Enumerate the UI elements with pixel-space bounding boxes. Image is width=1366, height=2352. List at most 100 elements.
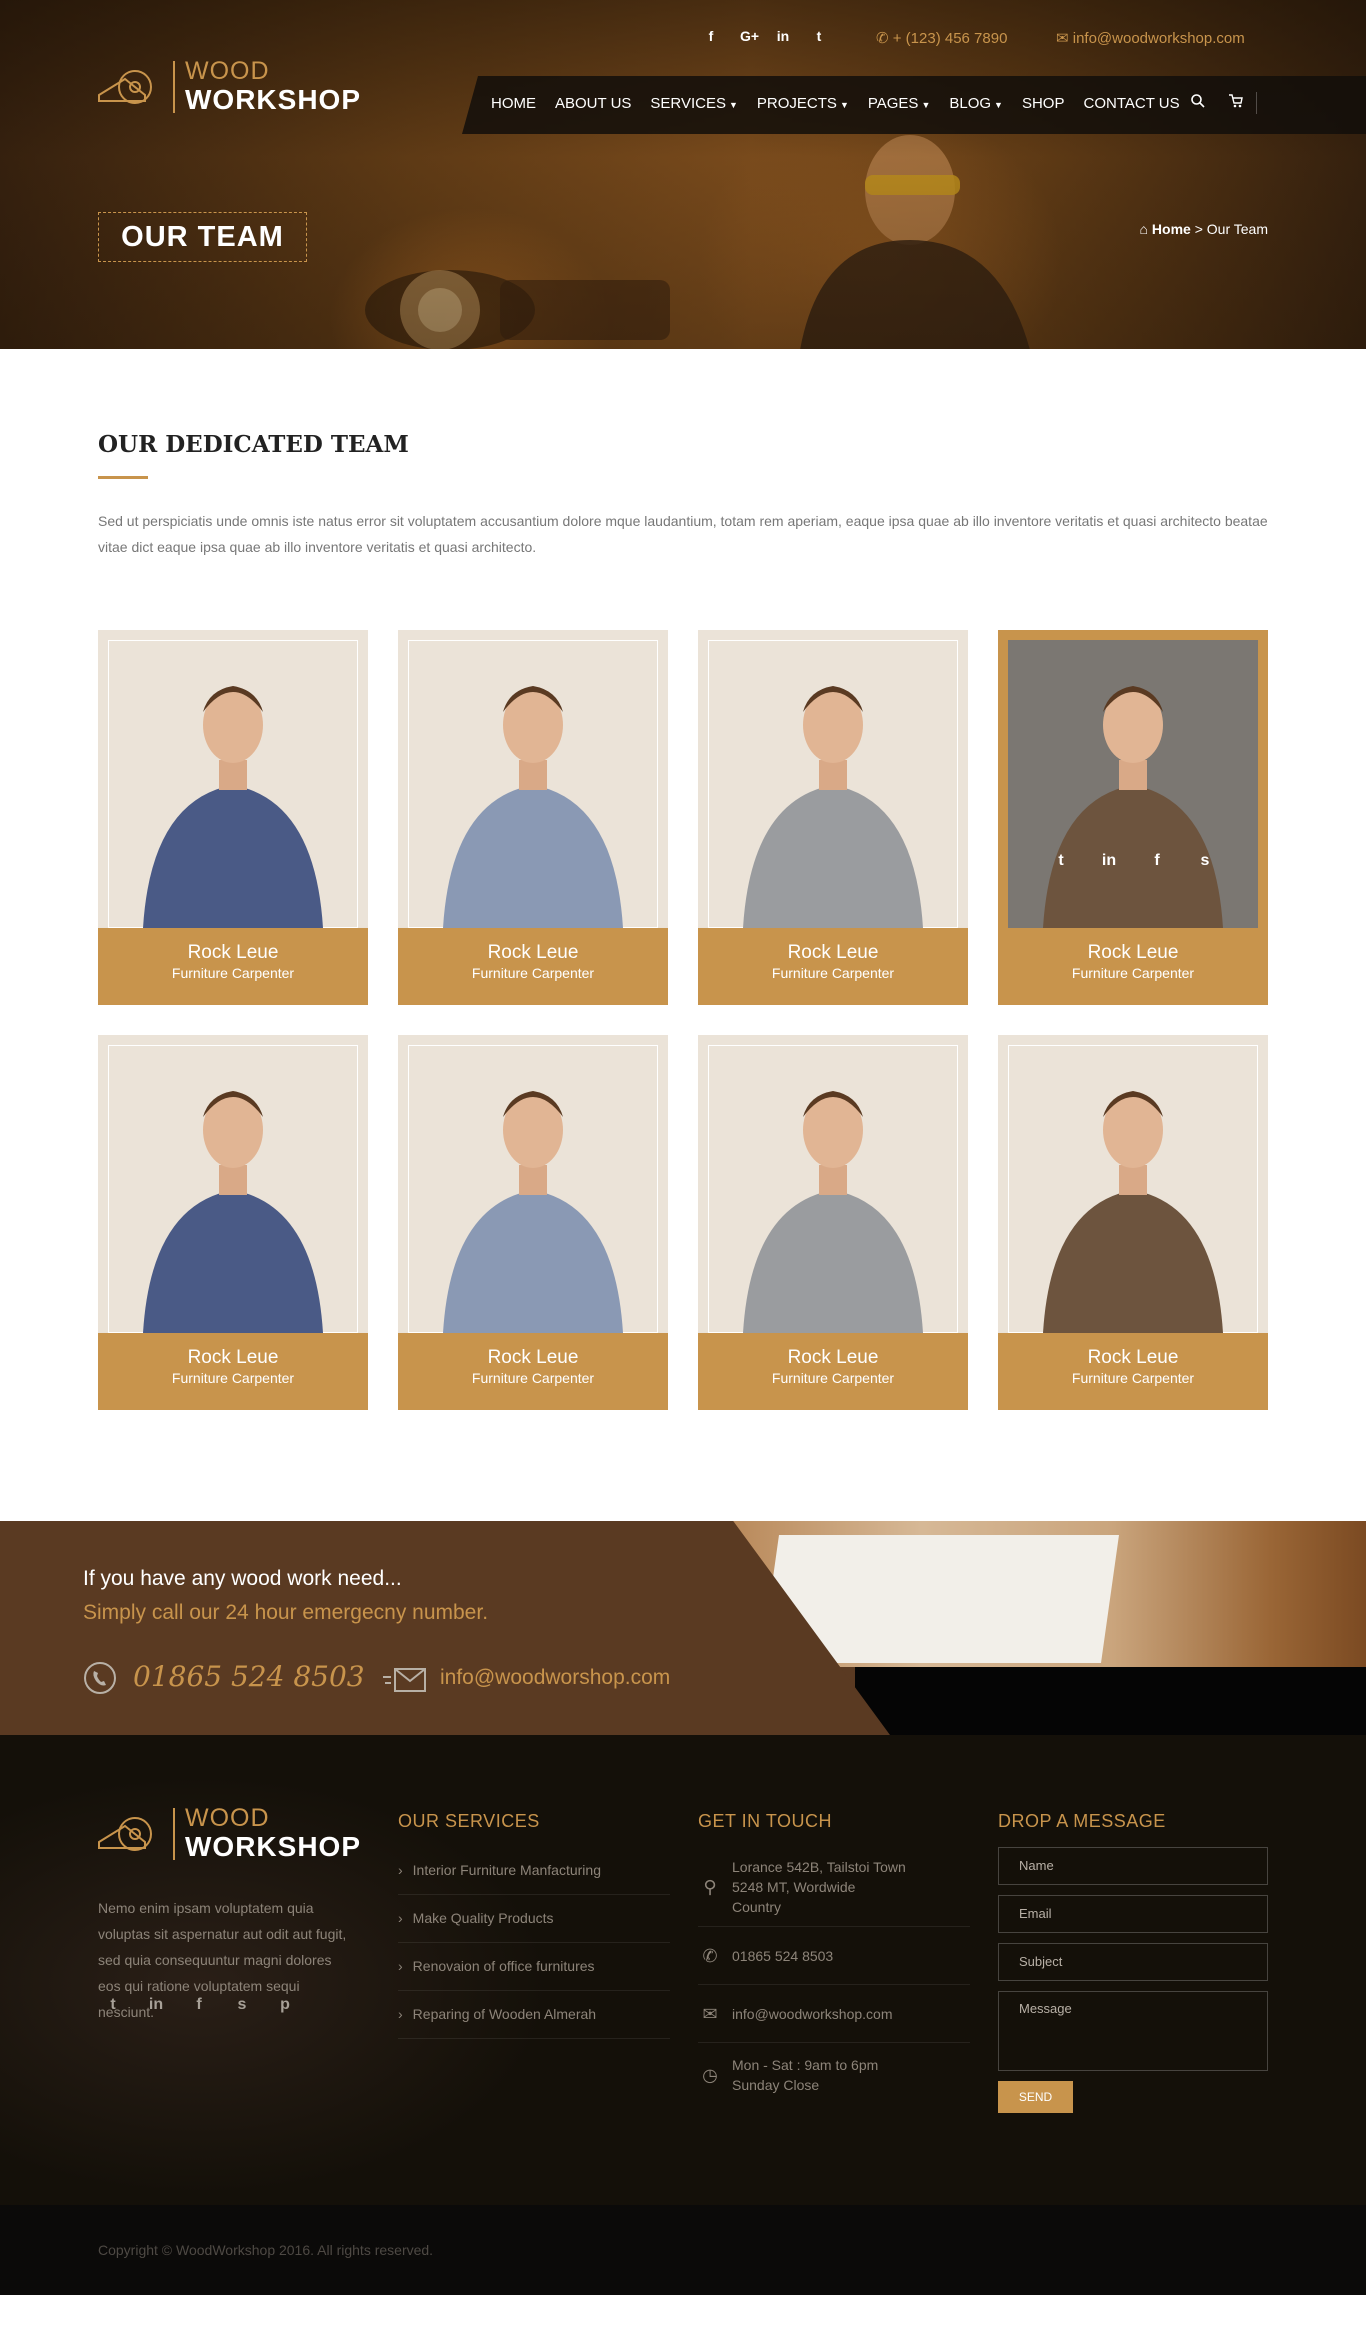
footer-logo-line2: WORKSHOP [185,1831,361,1862]
pinterest-icon[interactable]: p [276,1996,294,2014]
member-name: Rock Leue [1087,942,1179,963]
search-icon[interactable] [1190,93,1206,109]
skype-icon[interactable]: s [233,1996,251,2014]
phone-icon [84,1662,116,1694]
member-role: Furniture Carpenter [171,1370,295,1386]
team-member-card[interactable]: t in f s Rock Leue Furniture Carpenter [998,630,1268,1005]
linkedin-icon[interactable]: in [1100,852,1118,870]
footer-social-links: t in f s p [104,1996,294,2014]
service-link[interactable]: Renovaion of office furnitures [398,1943,670,1991]
member-portrait [443,686,623,928]
name-field[interactable]: Name [998,1847,1268,1885]
section-description: Sed ut perspiciatis unde omnis iste natu… [98,513,1268,555]
team-member-card[interactable]: Rock Leue Furniture Carpenter [98,1035,368,1410]
facebook-icon[interactable]: f [704,28,718,44]
cart-icon[interactable] [1228,93,1244,109]
caret-down-icon: ▼ [921,100,931,110]
service-link[interactable]: Make Quality Products [398,1895,670,1943]
envelope-icon: ✉ [1056,30,1073,47]
twitter-icon[interactable]: t [104,1996,122,2014]
member-portrait [143,686,323,928]
header-phone-text: + (123) 456 7890 [892,30,1008,47]
member-role: Furniture Carpenter [471,1370,595,1386]
cta-phone[interactable]: 01865 524 8503 [133,1660,365,1693]
nav-shop[interactable]: SHOP [1022,95,1065,112]
message-field[interactable]: Message [998,1991,1268,2071]
caret-down-icon: ▼ [729,100,738,110]
breadcrumb-current: Our Team [1206,221,1268,237]
member-info: Rock Leue Furniture Carpenter [398,928,668,1005]
send-button[interactable]: SEND [998,2081,1073,2113]
header-email[interactable]: ✉ info@woodworkshop.com [1056,29,1245,47]
email-row: ✉ info@woodworkshop.com [698,1985,970,2043]
team-member-card[interactable]: Rock Leue Furniture Carpenter [98,630,368,1005]
member-role: Furniture Carpenter [471,965,595,981]
member-role: Furniture Carpenter [1071,965,1195,981]
team-member-card[interactable]: Rock Leue Furniture Carpenter [398,1035,668,1410]
phone-icon: ✆ [702,1945,718,1966]
address-row: ⚲ Lorance 542B, Tailstoi Town 5248 MT, W… [698,1847,970,1927]
map-marker-icon: ⚲ [703,1876,717,1897]
team-member-card[interactable]: Rock Leue Furniture Carpenter [698,1035,968,1410]
subject-field[interactable]: Subject [998,1943,1268,1981]
caret-down-icon: ▼ [994,100,1003,110]
email-field[interactable]: Email [998,1895,1268,1933]
team-member-card[interactable]: Rock Leue Furniture Carpenter [998,1035,1268,1410]
nav-home[interactable]: HOME [491,95,536,112]
contact-info: ⚲ Lorance 542B, Tailstoi Town 5248 MT, W… [698,1847,970,2107]
team-member-card[interactable]: Rock Leue Furniture Carpenter [398,630,668,1005]
facebook-icon[interactable]: f [1148,852,1166,870]
twitter-icon[interactable]: t [812,28,826,44]
hero-header: f G+ in t ✆ + (123) 456 7890 ✉ info@wood… [0,0,1366,349]
header-email-text: info@woodworkshop.com [1072,30,1245,47]
nav-pages[interactable]: PAGES ▼ [868,95,931,112]
team-member-card[interactable]: Rock Leue Furniture Carpenter [698,630,968,1005]
message-heading: DROP A MESSAGE [998,1811,1166,1831]
copyright-text: Copyright © WoodWorkshop 2016. All right… [98,2242,434,2258]
member-name: Rock Leue [487,942,579,963]
footer-logo-line1: WOOD [185,1804,270,1832]
member-portrait [743,686,923,928]
member-info: Rock Leue Furniture Carpenter [98,1333,368,1410]
member-role: Furniture Carpenter [771,1370,895,1386]
breadcrumb: ⌂ Home > Our Team [1139,221,1268,237]
skype-icon[interactable]: s [1196,852,1214,870]
breadcrumb-home[interactable]: Home [1152,221,1191,237]
header-phone[interactable]: ✆ + (123) 456 7890 [876,29,1007,47]
member-info: Rock Leue Furniture Carpenter [998,928,1268,1005]
twitter-icon[interactable]: t [1052,852,1070,870]
nav-projects[interactable]: PROJECTS ▼ [757,95,849,112]
member-name: Rock Leue [787,942,879,963]
nav-blog[interactable]: BLOG ▼ [949,95,1003,112]
cta-email[interactable]: info@woodworshop.com [440,1666,670,1690]
caret-down-icon: ▼ [839,100,849,110]
footer-logo[interactable]: WOOD WORKSHOP [97,1805,361,1862]
member-portrait [1043,686,1223,928]
service-link[interactable]: Interior Furniture Manfacturing [398,1847,670,1895]
services-list: Interior Furniture Manfacturing Make Qua… [398,1847,670,2039]
member-portrait [743,1091,923,1333]
nav-services[interactable]: SERVICES ▼ [650,95,738,112]
nav-about-us[interactable]: ABOUT US [555,95,631,112]
google-plus-icon[interactable]: G+ [740,28,759,44]
header-social-links: f G+ in t [704,28,826,44]
linkedin-icon[interactable]: in [776,28,790,44]
hours-row: ◷ Mon - Sat : 9am to 6pm Sunday Close [698,2043,970,2107]
emergency-cta: If you have any wood work need... Simply… [0,1521,1366,1735]
logo-line2: WORKSHOP [185,84,361,115]
copyright-bar: Copyright © WoodWorkshop 2016. All right… [0,2205,1366,2295]
member-name: Rock Leue [787,1347,879,1368]
clock-icon: ◷ [702,2065,718,2085]
site-logo[interactable]: WOOD WORKSHOP [97,58,361,115]
member-role: Furniture Carpenter [771,965,895,981]
service-link[interactable]: Reparing of Wooden Almerah [398,1991,670,2039]
logo-line1: WOOD [185,57,270,85]
nav-contact-us[interactable]: CONTACT US [1083,95,1179,112]
facebook-icon[interactable]: f [190,1996,208,2014]
linkedin-icon[interactable]: in [147,1996,165,2014]
section-title: OUR DEDICATED TEAM [98,431,409,458]
cta-image [730,1521,1366,1667]
member-name: Rock Leue [1087,1347,1179,1368]
phone-icon: ✆ [876,30,893,47]
contact-heading: GET IN TOUCH [698,1811,833,1831]
